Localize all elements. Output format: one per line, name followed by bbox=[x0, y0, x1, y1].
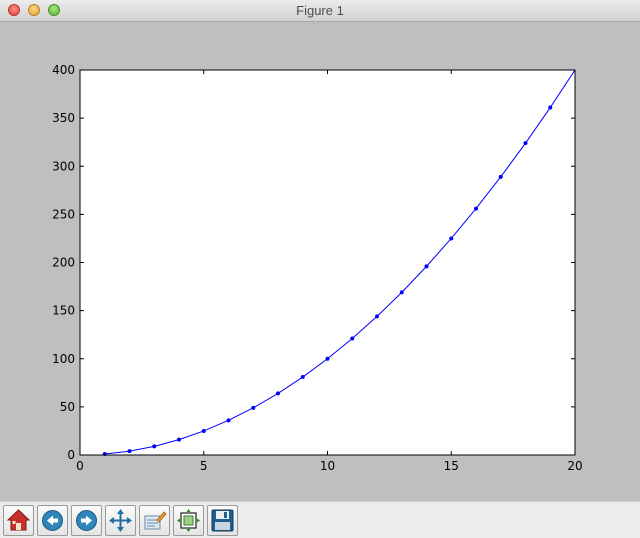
data-point bbox=[498, 174, 503, 179]
data-point bbox=[251, 405, 256, 410]
data-point bbox=[399, 290, 404, 295]
floppy-disk-icon bbox=[211, 509, 234, 532]
window-title: Figure 1 bbox=[296, 3, 344, 18]
forward-button[interactable] bbox=[71, 505, 102, 536]
x-tick-label-2: 10 bbox=[320, 459, 335, 473]
data-point bbox=[474, 206, 478, 211]
data-point bbox=[548, 105, 553, 110]
zoom-button[interactable] bbox=[139, 505, 170, 536]
data-point bbox=[127, 449, 132, 454]
forward-arrow-icon bbox=[76, 510, 97, 531]
x-tick-label-3: 15 bbox=[444, 459, 459, 473]
data-point bbox=[201, 428, 206, 433]
pan-button[interactable] bbox=[105, 505, 136, 536]
y-tick-label-3: 150 bbox=[52, 304, 75, 318]
data-point bbox=[276, 391, 280, 396]
data-point bbox=[226, 418, 231, 423]
save-button[interactable] bbox=[207, 505, 238, 536]
data-point bbox=[375, 314, 379, 319]
data-point bbox=[152, 444, 157, 449]
data-point bbox=[325, 356, 330, 361]
subplots-config-icon bbox=[177, 509, 200, 532]
data-point bbox=[449, 236, 454, 241]
data-point bbox=[177, 437, 181, 442]
y-tick-label-0: 0 bbox=[67, 448, 75, 462]
y-tick-label-5: 250 bbox=[52, 207, 75, 221]
axes-background bbox=[80, 70, 575, 455]
data-point bbox=[424, 264, 429, 269]
zoom-rect-icon bbox=[144, 511, 167, 530]
navigation-toolbar bbox=[0, 501, 640, 538]
back-arrow-icon bbox=[42, 510, 63, 531]
y-tick-label-4: 200 bbox=[52, 256, 75, 270]
y-tick-label-2: 100 bbox=[52, 352, 75, 366]
x-tick-label-1: 5 bbox=[200, 459, 208, 473]
y-tick-label-1: 50 bbox=[60, 400, 75, 414]
window-titlebar: Figure 1 bbox=[0, 0, 640, 22]
home-icon bbox=[6, 509, 31, 531]
plot-svg: 0 5 10 15 20 0 50 100 150 200 250 300 35… bbox=[52, 63, 583, 473]
pan-arrows-icon bbox=[109, 509, 132, 532]
subplots-button[interactable] bbox=[173, 505, 204, 536]
y-tick-label-8: 400 bbox=[52, 63, 75, 77]
data-point bbox=[350, 336, 355, 341]
x-tick-label-4: 20 bbox=[567, 459, 582, 473]
back-button[interactable] bbox=[37, 505, 68, 536]
home-button[interactable] bbox=[3, 505, 34, 536]
y-tick-label-6: 300 bbox=[52, 159, 75, 173]
figure-canvas[interactable]: 0 5 10 15 20 0 50 100 150 200 250 300 35… bbox=[0, 22, 640, 501]
data-point bbox=[523, 141, 528, 146]
y-tick-label-7: 350 bbox=[52, 111, 75, 125]
x-tick-label-0: 0 bbox=[76, 459, 84, 473]
data-point bbox=[300, 375, 305, 380]
